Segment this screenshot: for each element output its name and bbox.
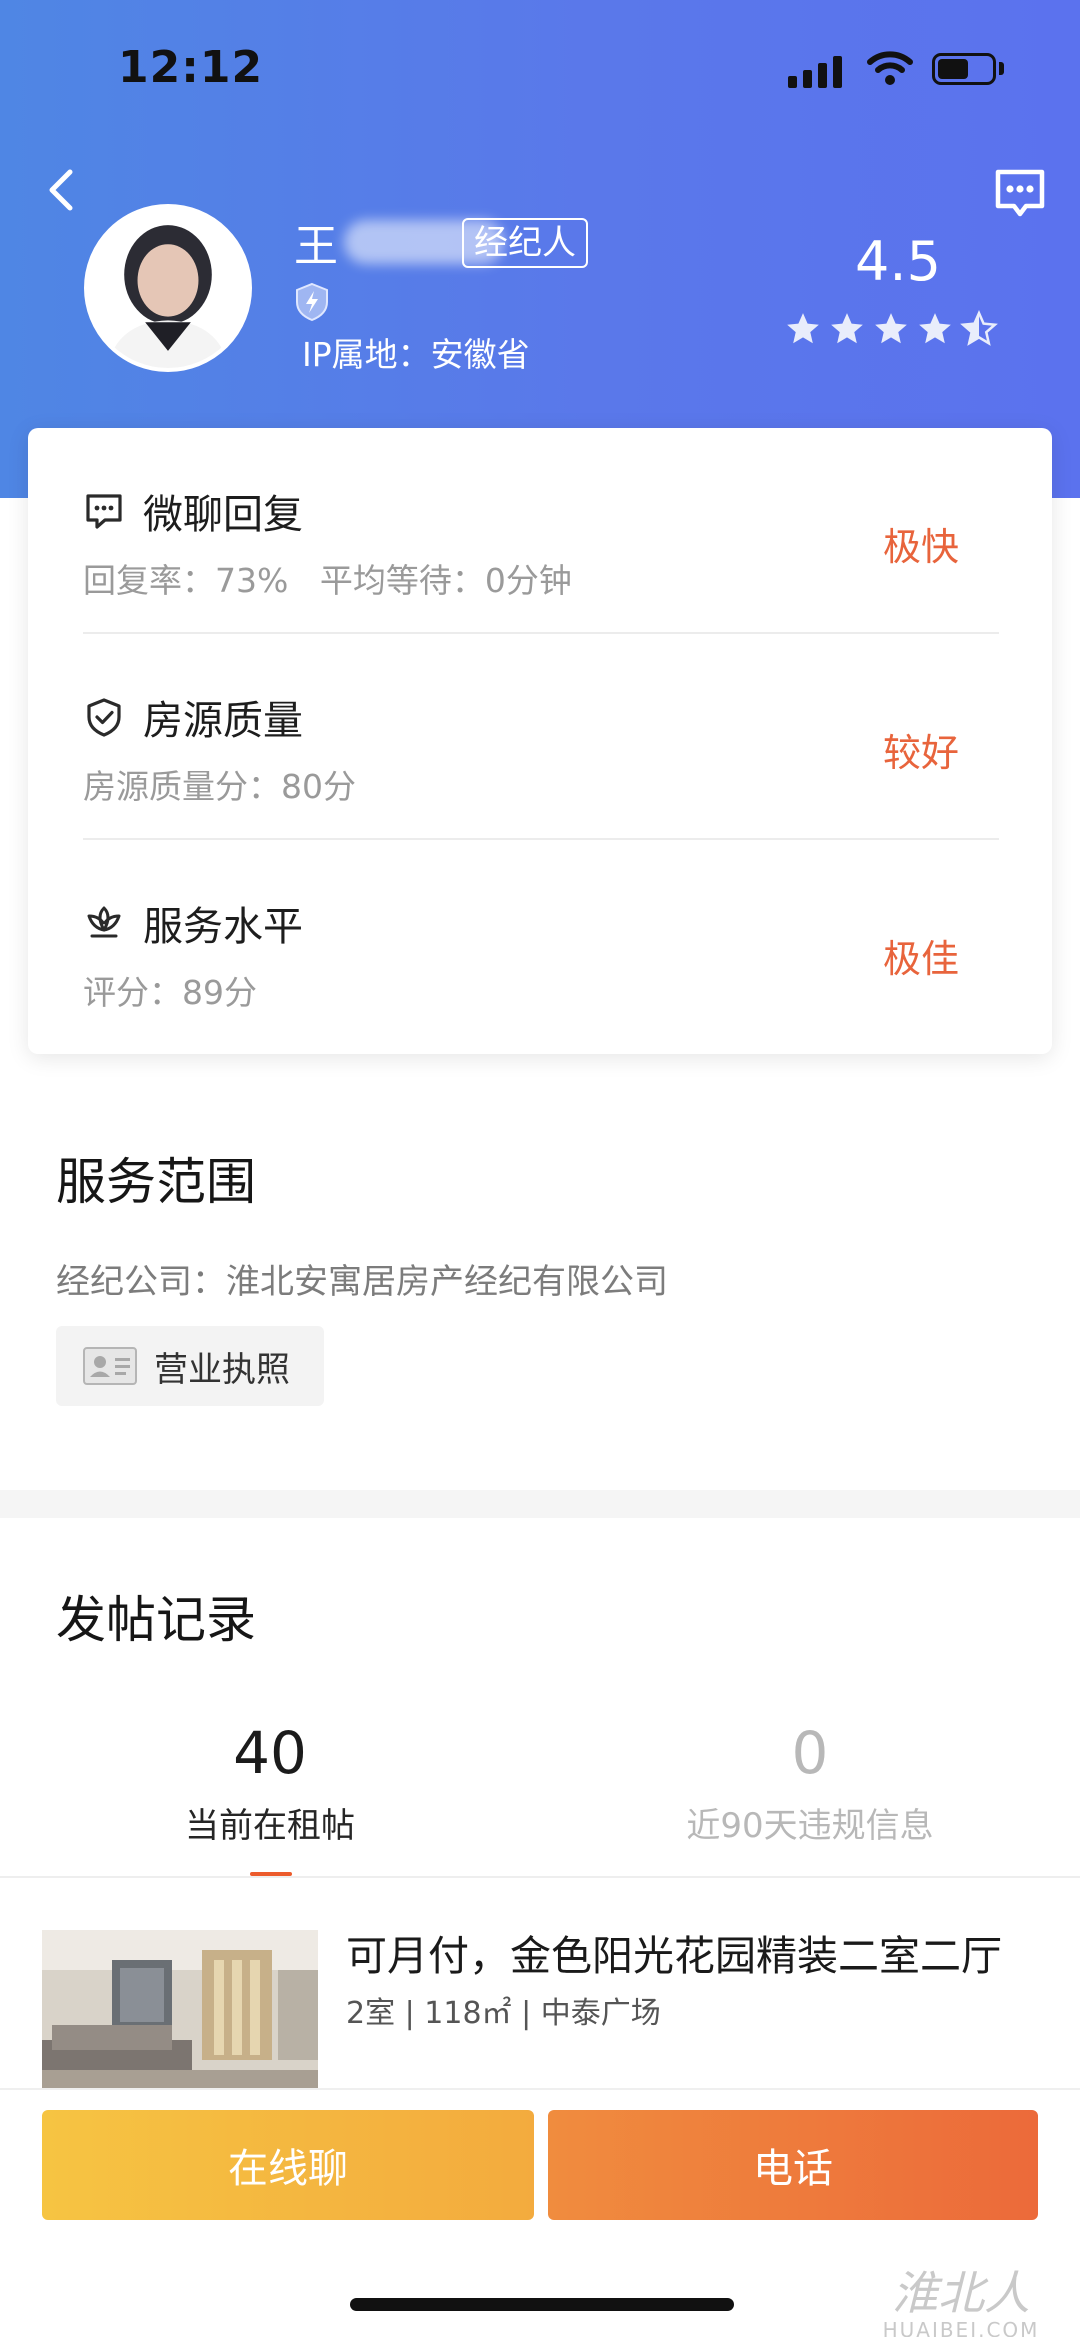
agent-name-text: 王 — [294, 221, 338, 272]
star-full-icon — [875, 313, 907, 344]
online-chat-button[interactable]: 在线聊 — [42, 2110, 534, 2220]
post-records-title: 发帖记录 — [56, 1591, 256, 1649]
ip-location: IP属地：安徽省 — [302, 335, 530, 374]
section-separator — [0, 1490, 1080, 1518]
agent-score-card: 微聊回复 回复率：73% 平均等待：0分钟 极快 房源质量 房源质量分：80分 … — [28, 428, 1052, 1054]
score-row-reply[interactable]: 微聊回复 回复率：73% 平均等待：0分钟 极快 — [83, 428, 999, 632]
message-icon[interactable] — [992, 166, 1048, 222]
score-title-text: 房源质量 — [143, 698, 303, 744]
listing-title[interactable]: 可月付，金色阳光花园精装二室二厅 — [346, 1922, 1026, 1982]
status-time: 12:12 — [118, 42, 264, 93]
service-scope-title: 服务范围 — [56, 1153, 256, 1211]
agent-avatar[interactable] — [84, 204, 252, 372]
battery-tip — [999, 62, 1004, 75]
tab-divider — [0, 1876, 1080, 1878]
star-half-icon — [960, 310, 998, 346]
tab-violations-90-days[interactable]: 0 近90天违规信息 — [610, 1718, 1010, 1847]
license-label: 营业执照 — [154, 1349, 290, 1390]
score-row-title: 服务水平 — [83, 894, 303, 952]
back-arrow-icon[interactable] — [42, 166, 82, 214]
watermark-cn: 淮北人 — [892, 2266, 1030, 2320]
score-detail: 评分：89分 — [83, 973, 257, 1012]
score-detail: 房源质量分：80分 — [83, 767, 356, 806]
score-title-text: 服务水平 — [143, 904, 303, 950]
score-row-service[interactable]: 服务水平 评分：89分 极佳 — [83, 840, 999, 1044]
star-full-icon — [831, 313, 863, 344]
agent-role-tag: 经纪人 — [462, 218, 588, 268]
score-row-listing-quality[interactable]: 房源质量 房源质量分：80分 较好 — [83, 634, 999, 838]
battery-icon — [932, 53, 996, 85]
id-card-icon — [83, 1347, 137, 1385]
watermark-en: HUAIBEI.COM — [882, 2318, 1040, 2337]
site-watermark: 淮北人 HUAIBEI.COM — [856, 2268, 1066, 2337]
broker-company: 经纪公司：淮北安寓居房产经纪有限公司 — [56, 1262, 668, 1302]
score-row-title: 微聊回复 — [83, 482, 303, 540]
phone-call-button[interactable]: 电话 — [548, 2110, 1038, 2220]
rating-score: 4.5 — [855, 230, 941, 293]
score-title-text: 微聊回复 — [143, 492, 303, 538]
listing-thumbnail[interactable] — [42, 1930, 318, 2090]
score-level: 极佳 — [882, 937, 959, 981]
business-license-button[interactable]: 营业执照 — [56, 1326, 324, 1406]
tab-count: 40 — [233, 1719, 307, 1787]
tab-label: 当前在租帖 — [185, 1806, 355, 1846]
tab-current-rentals[interactable]: 40 当前在租帖 — [70, 1718, 470, 1847]
home-indicator[interactable] — [350, 2298, 734, 2311]
star-full-icon — [919, 313, 951, 344]
score-detail: 回复率：73% 平均等待：0分钟 — [83, 561, 572, 600]
chat-bubble-icon — [86, 494, 122, 529]
score-level: 较好 — [882, 731, 959, 775]
verified-badge-icon — [296, 282, 328, 322]
tab-label: 近90天违规信息 — [686, 1806, 934, 1846]
listing-meta: 2室 | 118㎡ | 中泰广场 — [346, 1996, 661, 2031]
star-full-icon — [787, 313, 819, 344]
wifi-icon — [867, 51, 913, 85]
rating-stars — [784, 310, 998, 348]
shield-check-icon — [87, 698, 121, 737]
cellular-signal-icon — [788, 54, 844, 88]
tab-count: 0 — [791, 1719, 829, 1787]
lotus-icon — [87, 906, 121, 938]
score-level: 极快 — [882, 525, 959, 569]
score-row-title: 房源质量 — [83, 688, 303, 746]
